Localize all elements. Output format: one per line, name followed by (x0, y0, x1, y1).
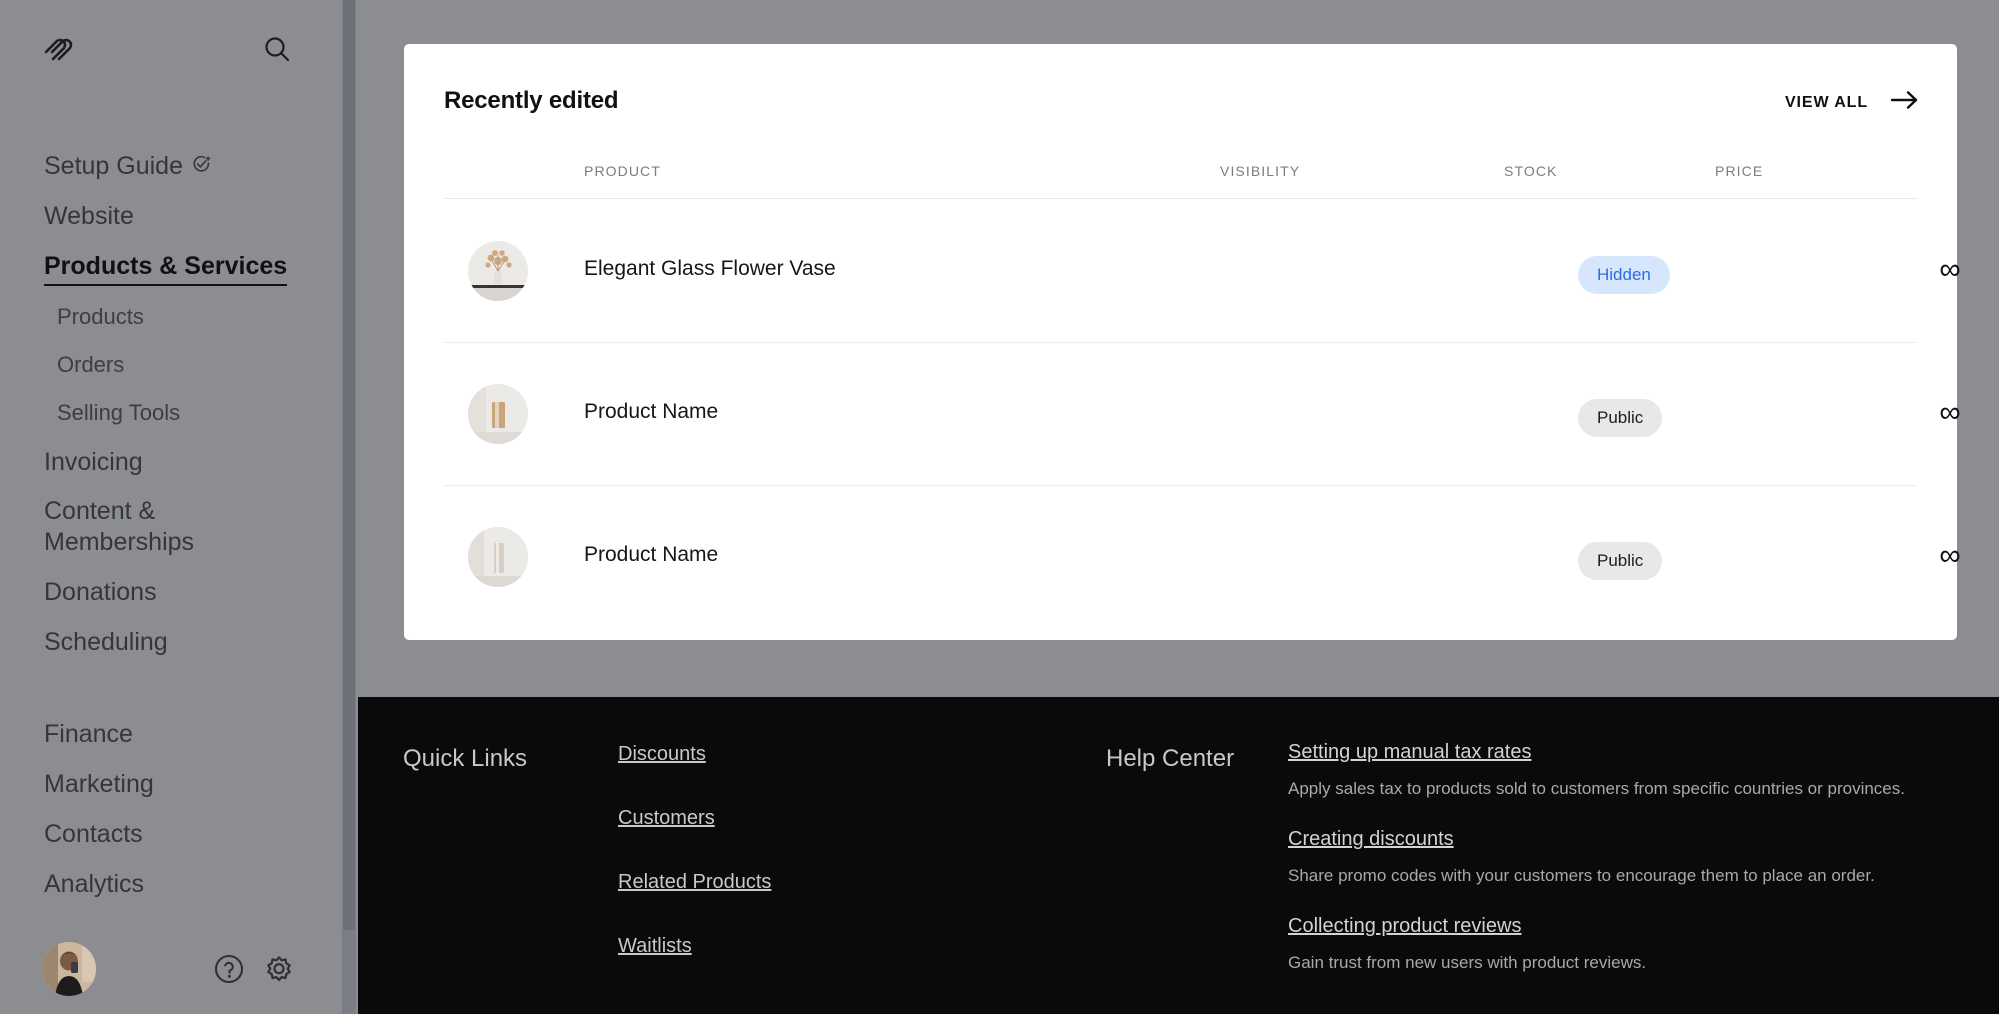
table-row[interactable]: Elegant Glass Flower Vase Hidden ∞ £350.… (444, 200, 1961, 343)
status-badge[interactable]: Public (1578, 542, 1663, 580)
quick-link-discounts[interactable]: Discounts (618, 743, 771, 766)
view-all-label: VIEW ALL (1784, 93, 1868, 111)
sidebar-nav: Setup Guide Website Products & Services … (0, 150, 346, 918)
sidebar-subitem-products[interactable]: Products (0, 302, 346, 332)
stock-value: ∞ (1939, 253, 1961, 286)
quick-link-waitlists[interactable]: Waitlists (618, 935, 771, 958)
stock-value: ∞ (1939, 539, 1961, 572)
quick-links-title: Quick Links (403, 745, 528, 772)
table-header-row: PRODUCT VISIBILITY STOCK PRICE (444, 154, 1917, 199)
product-name: Elegant Glass Flower Vase (584, 257, 836, 280)
column-header-stock: STOCK (1504, 163, 1558, 179)
quick-link-related-products[interactable]: Related Products (618, 871, 771, 894)
sidebar-item-donations[interactable]: Donations (0, 576, 346, 608)
sidebar-item-invoicing[interactable]: Invoicing (0, 446, 346, 478)
status-badge[interactable]: Hidden (1578, 256, 1670, 294)
recently-edited-card: Recently edited VIEW ALL PRODUCT VISIBIL… (404, 44, 1961, 640)
search-icon[interactable] (259, 33, 295, 65)
sidebar-item-website[interactable]: Website (0, 200, 346, 232)
help-link-manual-tax-rates[interactable]: Setting up manual tax rates (1288, 741, 1968, 764)
product-table-body: Elegant Glass Flower Vase Hidden ∞ £350.… (444, 200, 1961, 629)
sidebar-item-products-and-services[interactable]: Products & Services (44, 250, 288, 286)
stock-value: ∞ (1939, 396, 1961, 429)
card-header: Recently edited VIEW ALL (404, 44, 1957, 154)
page-footer: Quick Links Discounts Customers Related … (358, 697, 1999, 1014)
table-row[interactable]: Product Name Public ∞ £25.00 (444, 343, 1961, 486)
sidebar-subitem-orders[interactable]: Orders (0, 350, 346, 380)
help-link-collecting-product-reviews[interactable]: Collecting product reviews (1288, 915, 1968, 938)
sidebar-item-marketing[interactable]: Marketing (0, 768, 346, 800)
sidebar: Setup Guide Website Products & Services … (0, 0, 346, 1014)
help-item: Creating discounts Share promo codes wit… (1288, 828, 1968, 888)
gear-icon[interactable] (262, 952, 296, 986)
help-item: Collecting product reviews Gain trust fr… (1288, 915, 1968, 975)
avatar[interactable] (42, 942, 96, 996)
sidebar-item-scheduling[interactable]: Scheduling (0, 626, 346, 658)
help-center-list: Setting up manual tax rates Apply sales … (1288, 741, 1968, 1002)
product-thumbnail (468, 384, 528, 444)
sidebar-subitem-selling-tools[interactable]: Selling Tools (0, 398, 346, 428)
app-root: Setup Guide Website Products & Services … (0, 0, 1999, 1014)
sidebar-item-label: Setup Guide (44, 152, 183, 180)
sidebar-item-analytics[interactable]: Analytics (0, 868, 346, 900)
column-header-price: PRICE (1715, 163, 1764, 179)
help-item-description: Apply sales tax to products sold to cust… (1288, 779, 1905, 798)
help-item-description: Share promo codes with your customers to… (1288, 866, 1875, 885)
column-header-visibility: VISIBILITY (1220, 163, 1301, 179)
product-name: Product Name (584, 400, 719, 423)
quick-links-list: Discounts Customers Related Products Wai… (618, 743, 771, 999)
table-row[interactable]: Product Name Public ∞ £25.00 (444, 486, 1961, 629)
help-item-description: Gain trust from new users with product r… (1288, 953, 1647, 972)
sidebar-divider-gap (0, 676, 346, 718)
product-thumbnail (468, 241, 528, 301)
help-center-title: Help Center (1106, 745, 1235, 772)
view-all-button[interactable]: VIEW ALL (1785, 90, 1920, 115)
sidebar-footer (0, 928, 346, 1014)
sidebar-item-finance[interactable]: Finance (0, 718, 346, 750)
help-link-creating-discounts[interactable]: Creating discounts (1288, 828, 1968, 851)
sidebar-item-content-and-memberships[interactable]: Content & Memberships (0, 496, 200, 558)
check-sparkle-icon (192, 150, 211, 182)
quick-link-customers[interactable]: Customers (618, 807, 771, 830)
sidebar-scrollbar-thumb[interactable] (343, 0, 355, 930)
status-badge[interactable]: Public (1578, 399, 1663, 437)
arrow-right-icon (1890, 90, 1920, 115)
column-header-product: PRODUCT (584, 163, 661, 179)
page-title: Recently edited (444, 87, 619, 114)
help-item: Setting up manual tax rates Apply sales … (1288, 741, 1968, 801)
squarespace-logo-icon[interactable] (42, 34, 78, 64)
product-name: Product Name (584, 543, 719, 566)
sidebar-item-contacts[interactable]: Contacts (0, 818, 346, 850)
sidebar-item-setup-guide[interactable]: Setup Guide (0, 150, 346, 182)
product-thumbnail (468, 527, 528, 587)
question-circle-icon[interactable] (212, 952, 246, 986)
